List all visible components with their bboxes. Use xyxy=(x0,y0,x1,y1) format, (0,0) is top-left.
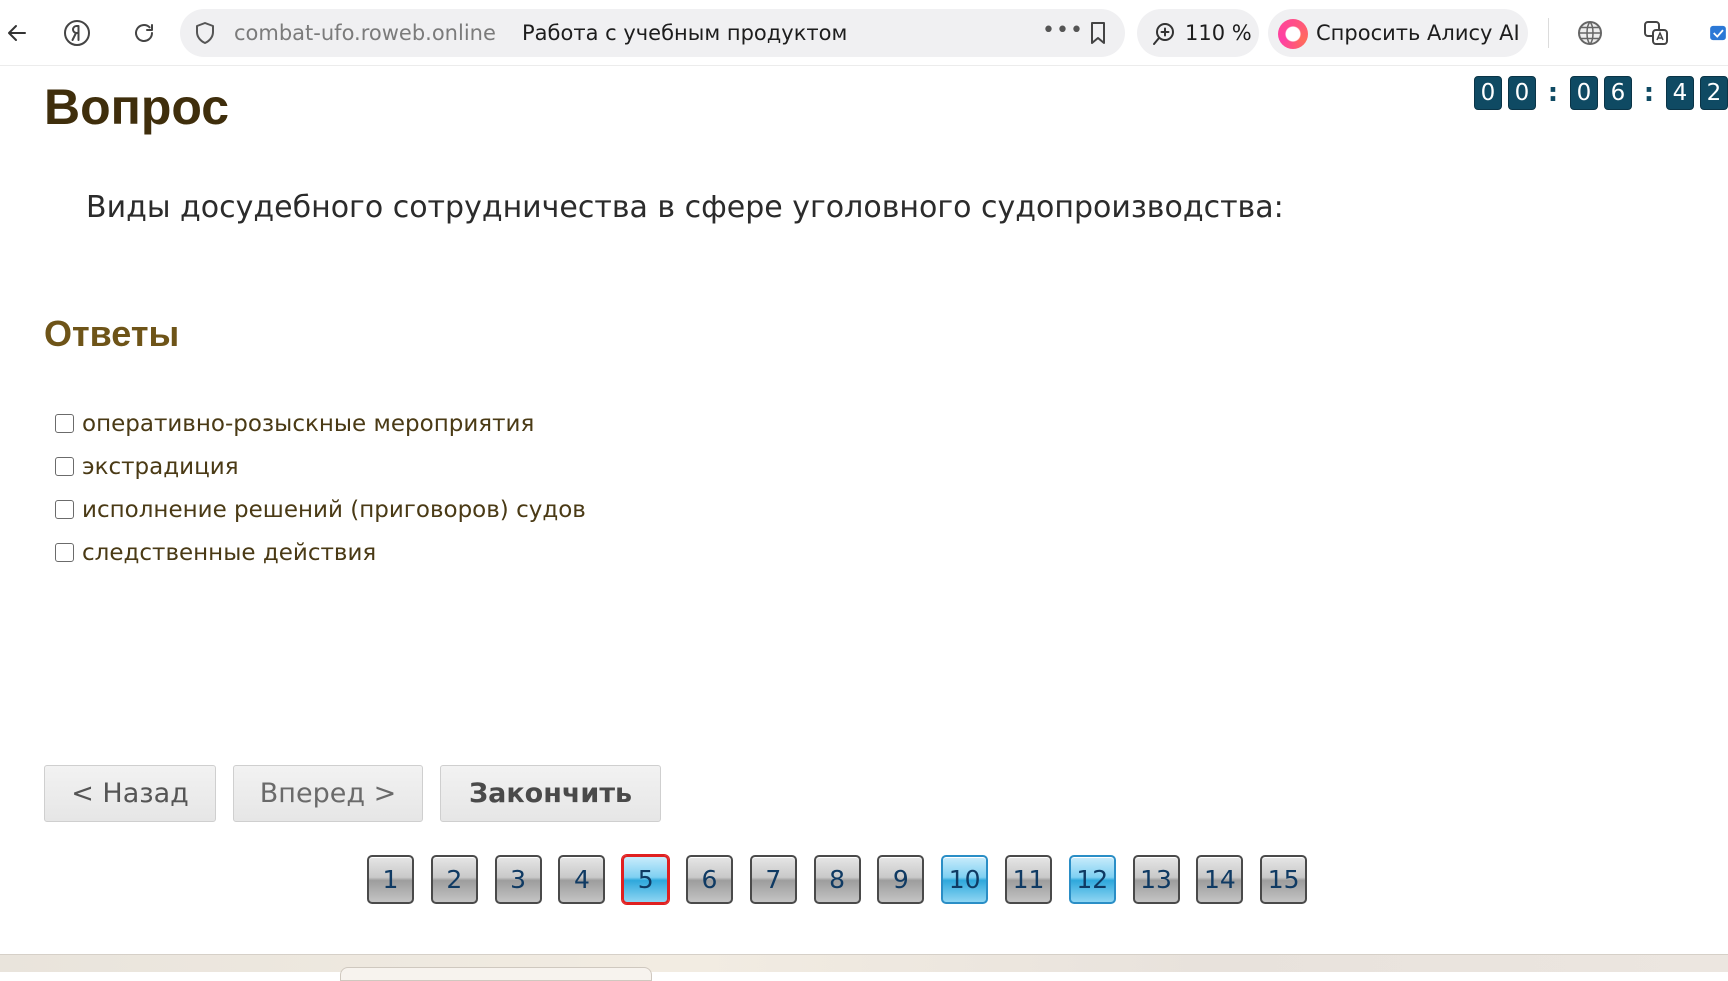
page-button-1[interactable]: 1 xyxy=(367,855,414,904)
answer-option[interactable]: следственные действия xyxy=(55,531,586,574)
page-button-14[interactable]: 14 xyxy=(1196,855,1244,904)
page-button-15[interactable]: 15 xyxy=(1260,855,1308,904)
reload-icon[interactable] xyxy=(128,17,160,49)
taskbar-tab[interactable] xyxy=(340,967,652,981)
page-button-6[interactable]: 6 xyxy=(685,855,733,904)
answer-checkbox[interactable] xyxy=(55,414,74,433)
timer-digit: 0 xyxy=(1508,76,1536,110)
timer-separator: : xyxy=(1643,78,1655,108)
timer-digit: 0 xyxy=(1474,76,1502,110)
bookmark-icon[interactable] xyxy=(1088,21,1108,49)
page-button-3[interactable]: 3 xyxy=(494,855,542,904)
timer-digit: 4 xyxy=(1666,76,1694,110)
page-button-13[interactable]: 13 xyxy=(1132,855,1180,904)
ask-alice-button[interactable]: Спросить Алису AI xyxy=(1268,9,1528,57)
page-button-12[interactable]: 12 xyxy=(1068,855,1116,904)
answer-option[interactable]: исполнение решений (приговоров) судов xyxy=(55,488,586,531)
translate-icon[interactable] xyxy=(1640,17,1672,49)
page-button-10[interactable]: 10 xyxy=(941,855,989,904)
alice-icon xyxy=(1278,19,1308,49)
back-arrow-icon[interactable] xyxy=(2,18,32,48)
timer-digit: 6 xyxy=(1604,76,1632,110)
answers-heading: Ответы xyxy=(44,313,180,354)
ask-alice-label: Спросить Алису AI xyxy=(1316,21,1520,45)
more-icon[interactable]: ••• xyxy=(1042,18,1084,43)
page-title: Работа с учебным продуктом xyxy=(522,21,848,45)
page-button-8[interactable]: 8 xyxy=(813,855,861,904)
page-button-5[interactable]: 5 xyxy=(622,855,670,904)
page-button-9[interactable]: 9 xyxy=(877,855,925,904)
zoom-level: 110 % xyxy=(1185,21,1252,45)
page-button-2[interactable]: 2 xyxy=(430,855,478,904)
answers-list: оперативно-розыскные мероприятия экстрад… xyxy=(55,402,586,574)
answer-checkbox[interactable] xyxy=(55,500,74,519)
answer-label[interactable]: экстрадиция xyxy=(82,454,239,480)
countdown-timer: 0 0 : 0 6 : 4 2 xyxy=(1468,76,1728,110)
toolbar-divider xyxy=(1548,18,1549,48)
page-button-11[interactable]: 11 xyxy=(1004,855,1052,904)
timer-digit: 0 xyxy=(1570,76,1598,110)
back-button[interactable]: < Назад xyxy=(44,765,216,822)
page-button-7[interactable]: 7 xyxy=(749,855,797,904)
zoom-in-icon xyxy=(1151,21,1177,51)
forward-button[interactable]: Вперед > xyxy=(233,765,423,822)
answer-option[interactable]: оперативно-розыскные мероприятия xyxy=(55,402,586,445)
question-pager: 1 2 3 4 5 6 7 8 9 10 11 12 13 14 15 xyxy=(367,855,1324,904)
extension-icon[interactable] xyxy=(1708,17,1728,49)
answer-label[interactable]: следственные действия xyxy=(82,540,376,566)
finish-button[interactable]: Закончить xyxy=(440,765,661,822)
address-bar[interactable]: combat-ufo.roweb.online Работа с учебным… xyxy=(180,9,1125,57)
answer-label[interactable]: исполнение решений (приговоров) судов xyxy=(82,497,586,523)
answer-checkbox[interactable] xyxy=(55,543,74,562)
page-button-4[interactable]: 4 xyxy=(558,855,606,904)
yandex-logo-icon[interactable] xyxy=(60,16,94,50)
taskbar-strip xyxy=(0,954,1728,981)
answer-option[interactable]: экстрадиция xyxy=(55,445,586,488)
globe-icon[interactable] xyxy=(1574,17,1606,49)
timer-digit: 2 xyxy=(1700,76,1728,110)
question-text: Виды досудебного сотрудничества в сфере … xyxy=(86,190,1284,225)
browser-toolbar: combat-ufo.roweb.online Работа с учебным… xyxy=(0,0,1728,66)
timer-separator: : xyxy=(1547,78,1559,108)
answer-checkbox[interactable] xyxy=(55,457,74,476)
url-domain: combat-ufo.roweb.online xyxy=(234,21,496,45)
zoom-indicator[interactable]: 110 % xyxy=(1137,9,1259,57)
shield-icon[interactable] xyxy=(194,21,216,49)
answer-label[interactable]: оперативно-розыскные мероприятия xyxy=(82,411,534,437)
question-heading: Вопрос xyxy=(44,79,230,135)
